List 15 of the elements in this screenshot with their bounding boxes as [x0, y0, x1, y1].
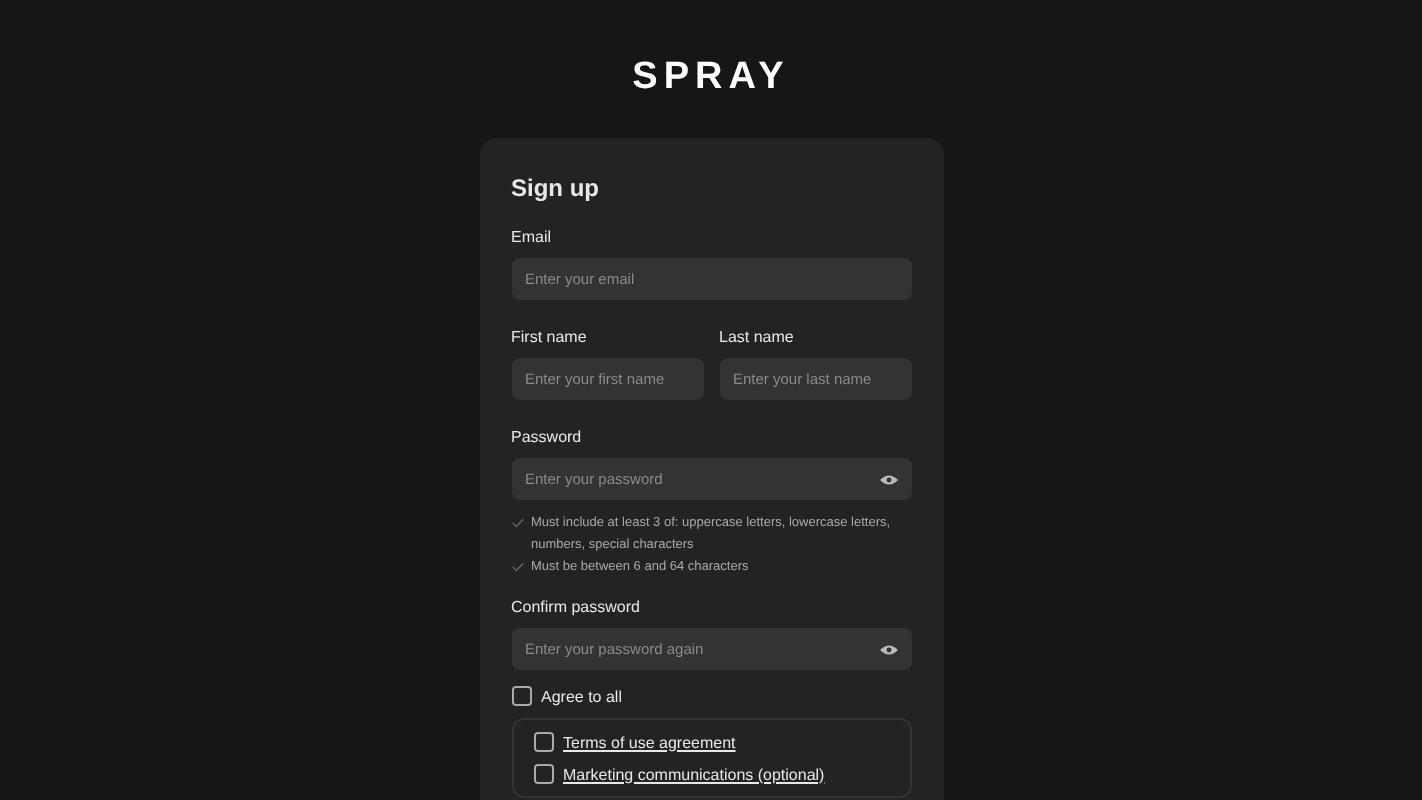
- field-label: Password: [511, 428, 584, 446]
- agreement-link[interactable]: Marketing communications (optional): [563, 765, 825, 783]
- checkbox[interactable]: [533, 764, 553, 784]
- agreement-link[interactable]: Terms of use agreement: [563, 733, 736, 751]
- field-label: First name: [511, 328, 589, 346]
- logo: SPRAY: [632, 56, 790, 100]
- eye-icon[interactable]: [879, 643, 897, 655]
- field-label: Last name: [719, 328, 796, 346]
- checkbox-label: Agree to all: [541, 687, 622, 705]
- field-label: Confirm password: [511, 598, 642, 616]
- checkbox[interactable]: [533, 732, 553, 752]
- checkbox[interactable]: [511, 686, 531, 706]
- form-title: Sign up: [511, 174, 601, 202]
- eye-icon[interactable]: [879, 473, 897, 485]
- field-label: Email: [511, 228, 554, 246]
